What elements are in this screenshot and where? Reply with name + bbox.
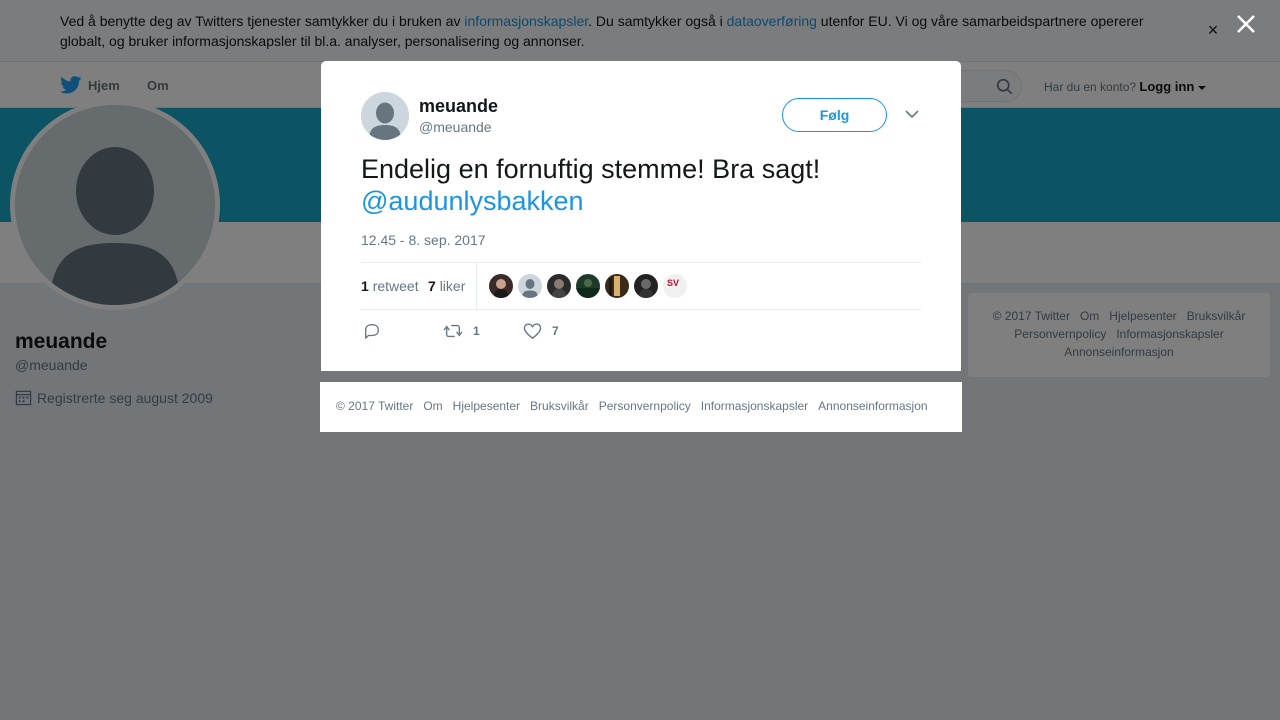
default-avatar-icon	[361, 92, 409, 140]
like-count: 7	[428, 278, 436, 294]
retweet-label: retweet	[372, 278, 419, 294]
tweet-actions: 1 7	[361, 320, 921, 344]
tweet-body: Endelig en fornuftig stemme! Bra sagt!	[361, 154, 821, 184]
reply-button[interactable]	[363, 322, 381, 340]
reply-icon	[365, 324, 379, 339]
footer-link[interactable]: Personvernpolicy	[599, 399, 691, 413]
chevron-down-icon[interactable]	[904, 108, 920, 120]
stat-divider	[476, 263, 477, 309]
modal-footer: © 2017 Twitter Om Hjelpesenter Bruksvilkår P…	[320, 382, 962, 432]
liker-avatar[interactable]	[605, 274, 629, 298]
follow-button[interactable]: Følg	[782, 98, 887, 132]
liker-avatar[interactable]	[489, 274, 513, 298]
tweet-stats: 1 retweet 7 liker SV	[361, 262, 921, 310]
retweet-count: 1	[361, 278, 369, 294]
tweet-text: Endelig en fornuftig stemme! Bra sagt! @…	[361, 153, 921, 217]
liker-avatars: SV	[489, 274, 692, 298]
tweet-author-avatar[interactable]	[361, 92, 409, 140]
liker-avatar[interactable]	[518, 274, 542, 298]
like-label: liker	[439, 278, 466, 294]
retweet-action-count: 1	[473, 324, 480, 338]
tweet-modal: meuande @meuande Følg Endelig en fornuft…	[321, 61, 961, 371]
heart-icon	[523, 323, 542, 340]
liker-avatar[interactable]	[547, 274, 571, 298]
like-action-count: 7	[552, 324, 559, 338]
close-icon[interactable]	[1232, 10, 1260, 38]
footer-link[interactable]: © 2017 Twitter	[336, 399, 413, 413]
retweet-stat[interactable]: 1 retweet	[361, 278, 419, 294]
footer-link[interactable]: Om	[423, 399, 442, 413]
party-logo-text: SV	[667, 278, 680, 288]
like-button[interactable]: 7	[523, 322, 559, 340]
liker-avatar[interactable]	[634, 274, 658, 298]
retweet-button[interactable]: 1	[443, 322, 480, 340]
mention-link[interactable]: @audunlysbakken	[361, 185, 921, 217]
tweet-timestamp[interactable]: 12.45 - 8. sep. 2017	[361, 232, 486, 248]
liker-avatar[interactable]	[576, 274, 600, 298]
footer-link[interactable]: Hjelpesenter	[453, 399, 520, 413]
tweet-author-name[interactable]: meuande	[419, 96, 498, 117]
tweet-author-handle[interactable]: @meuande	[419, 119, 492, 135]
footer-link[interactable]: Bruksvilkår	[530, 399, 589, 413]
liker-avatar[interactable]: SV	[663, 274, 687, 298]
retweet-icon	[443, 324, 463, 338]
footer-link[interactable]: Informasjonskapsler	[701, 399, 808, 413]
like-stat[interactable]: 7 liker	[428, 278, 465, 294]
footer-link[interactable]: Annonseinformasjon	[818, 399, 927, 413]
